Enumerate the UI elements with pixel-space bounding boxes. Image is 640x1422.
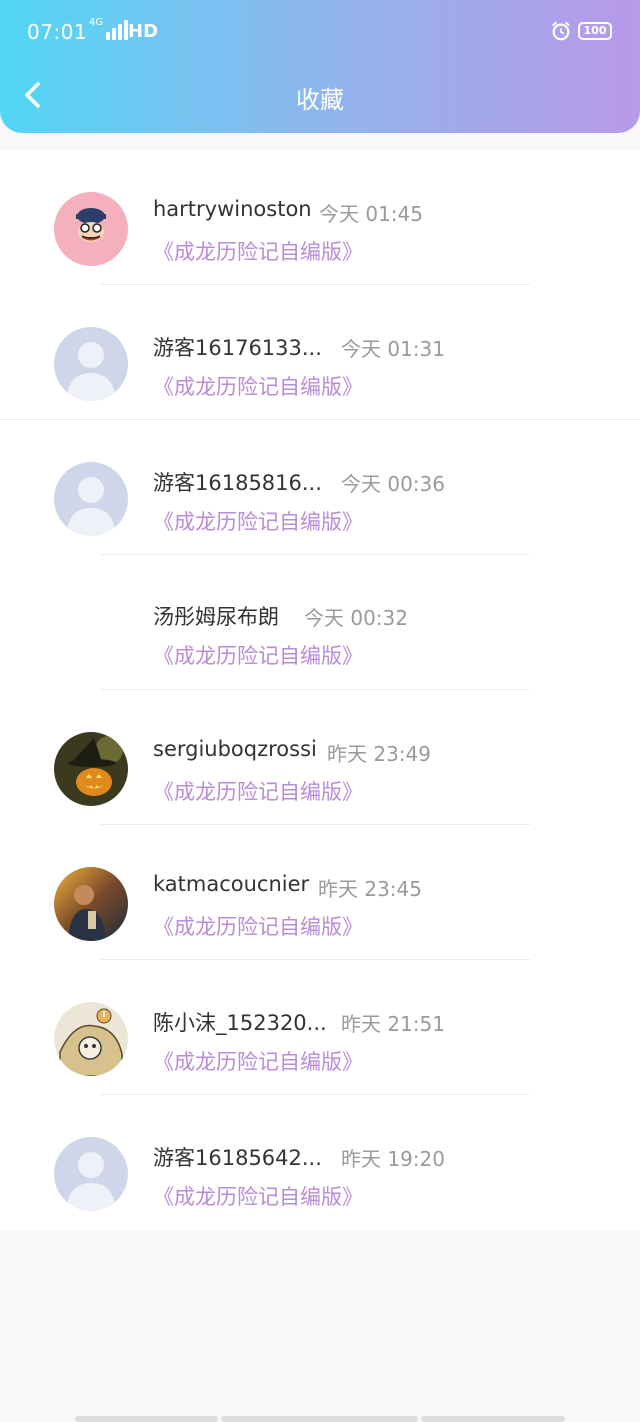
book-title-link[interactable]: 《成龙历险记自编版》 xyxy=(153,776,363,806)
avatar[interactable] xyxy=(54,732,128,806)
nav-hint-bar xyxy=(221,1416,418,1422)
page-title: 收藏 xyxy=(296,86,344,114)
status-bar: 07:01 4G HD 100 xyxy=(0,0,640,64)
pumpkin-witch-avatar-icon xyxy=(54,732,128,806)
sketch-cartoon-avatar-icon xyxy=(54,1002,128,1076)
avatar[interactable] xyxy=(54,1002,128,1076)
photo-person-avatar-icon xyxy=(54,867,128,941)
favorite-time: 昨天 23:45 xyxy=(318,877,422,901)
cartoon-monkey-avatar-icon xyxy=(54,192,128,266)
default-user-avatar-icon xyxy=(54,1137,128,1211)
user-name: katmacoucnier xyxy=(153,872,310,896)
user-name: 汤彤姆尿布朗 xyxy=(153,605,279,629)
avatar[interactable] xyxy=(54,1137,128,1211)
book-title-link[interactable]: 《成龙历险记自编版》 xyxy=(153,640,363,670)
favorites-list: hartrywinoston 今天 01:45 《成龙历险记自编版》 游客161… xyxy=(0,150,640,1230)
list-item[interactable]: 游客16176133... 今天 01:31 《成龙历险记自编版》 xyxy=(0,285,640,420)
user-name: 游客16185642... xyxy=(153,1146,322,1170)
favorite-time: 今天 01:31 xyxy=(341,337,445,361)
avatar[interactable] xyxy=(54,867,128,941)
favorite-time: 今天 01:45 xyxy=(319,202,423,226)
network-type: 4G xyxy=(89,17,104,28)
app-header: 07:01 4G HD 100 收藏 xyxy=(0,0,640,133)
hd-indicator: HD xyxy=(128,21,159,42)
favorite-time: 昨天 19:20 xyxy=(341,1147,445,1171)
favorite-time: 昨天 23:49 xyxy=(327,742,431,766)
default-user-avatar-icon xyxy=(54,327,128,401)
empty-area xyxy=(0,1230,640,1422)
book-title-link[interactable]: 《成龙历险记自编版》 xyxy=(153,1181,363,1211)
user-name: sergiuboqzrossi xyxy=(153,737,317,761)
alarm-icon xyxy=(552,21,570,41)
user-name: 陈小沫_152320... xyxy=(153,1011,327,1035)
user-name: hartrywinoston xyxy=(153,197,312,221)
status-time: 07:01 xyxy=(27,20,88,44)
book-title-link[interactable]: 《成龙历险记自编版》 xyxy=(153,911,363,941)
book-title-link[interactable]: 《成龙历险记自编版》 xyxy=(153,236,363,266)
avatar[interactable] xyxy=(54,327,128,401)
nav-hint-bar xyxy=(421,1416,565,1422)
book-title-link[interactable]: 《成龙历险记自编版》 xyxy=(153,506,363,536)
favorite-time: 今天 00:32 xyxy=(304,606,408,630)
avatar[interactable] xyxy=(54,192,128,266)
favorite-time: 昨天 21:51 xyxy=(341,1012,445,1036)
list-item[interactable]: 陈小沫_152320... 昨天 21:51 《成龙历险记自编版》 xyxy=(0,960,640,1095)
favorite-time: 今天 00:36 xyxy=(341,472,445,496)
avatar[interactable] xyxy=(54,462,128,536)
list-item[interactable]: katmacoucnier 昨天 23:45 《成龙历险记自编版》 xyxy=(0,825,640,960)
battery-icon: 100 xyxy=(578,22,612,40)
user-name: 游客16185816... xyxy=(153,471,322,495)
user-name: 游客16176133... xyxy=(153,336,322,360)
list-item[interactable]: 汤彤姆尿布朗 今天 00:32 《成龙历险记自编版》 xyxy=(0,555,640,690)
default-user-avatar-icon xyxy=(54,462,128,536)
book-title-link[interactable]: 《成龙历险记自编版》 xyxy=(153,371,363,401)
list-item[interactable]: hartrywinoston 今天 01:45 《成龙历险记自编版》 xyxy=(0,150,640,285)
nav-hint-bar xyxy=(75,1416,218,1422)
list-item[interactable]: sergiuboqzrossi 昨天 23:49 《成龙历险记自编版》 xyxy=(0,690,640,825)
signal-icon: 4G xyxy=(89,18,130,40)
list-item[interactable]: 游客16185816... 今天 00:36 《成龙历险记自编版》 xyxy=(0,420,640,555)
list-item[interactable]: 游客16185642... 昨天 19:20 《成龙历险记自编版》 xyxy=(0,1095,640,1230)
book-title-link[interactable]: 《成龙历险记自编版》 xyxy=(153,1046,363,1076)
